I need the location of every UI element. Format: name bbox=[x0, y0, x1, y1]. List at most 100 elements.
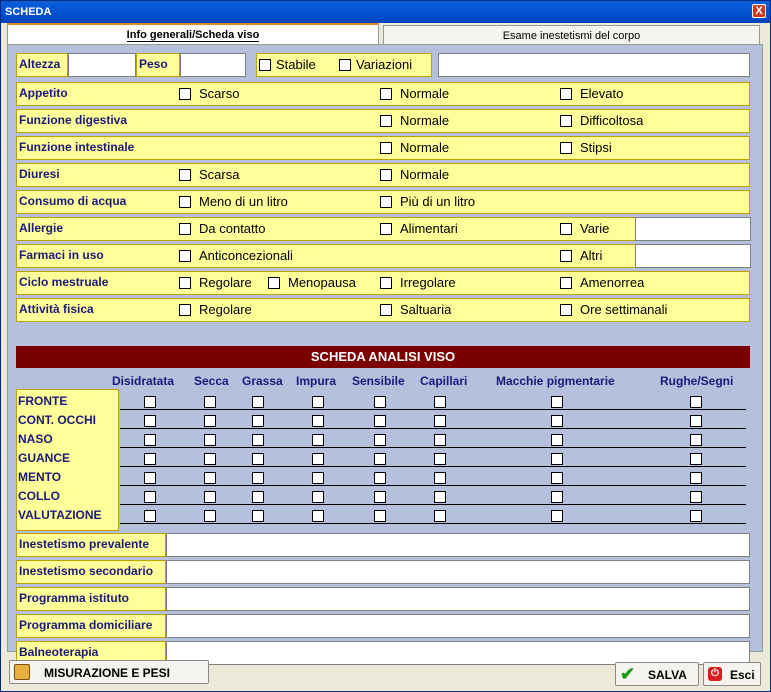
analisi-checkbox[interactable] bbox=[551, 396, 563, 408]
analisi-checkbox[interactable] bbox=[434, 415, 446, 427]
analisi-checkbox[interactable] bbox=[312, 415, 324, 427]
option-checkbox[interactable] bbox=[380, 196, 392, 208]
option-checkbox[interactable] bbox=[380, 115, 392, 127]
bottom-field-input[interactable] bbox=[166, 587, 750, 611]
analisi-checkbox[interactable] bbox=[252, 453, 264, 465]
esci-button[interactable]: ⏻ Esci bbox=[703, 662, 761, 686]
analisi-checkbox[interactable] bbox=[551, 434, 563, 446]
close-button[interactable]: X bbox=[752, 4, 766, 18]
analisi-checkbox[interactable] bbox=[374, 510, 386, 522]
option-checkbox[interactable] bbox=[179, 196, 191, 208]
option-checkbox[interactable] bbox=[179, 88, 191, 100]
variazioni-field[interactable] bbox=[438, 53, 750, 77]
option-checkbox[interactable] bbox=[380, 169, 392, 181]
option-checkbox[interactable] bbox=[268, 277, 280, 289]
analisi-checkbox[interactable] bbox=[144, 472, 156, 484]
option-checkbox[interactable] bbox=[179, 250, 191, 262]
option-checkbox[interactable] bbox=[560, 115, 572, 127]
analisi-checkbox[interactable] bbox=[690, 491, 702, 503]
analisi-checkbox[interactable] bbox=[144, 415, 156, 427]
analisi-checkbox[interactable] bbox=[204, 396, 216, 408]
option-label: Scarsa bbox=[199, 167, 240, 182]
option-label: Regolare bbox=[199, 302, 252, 317]
analisi-checkbox[interactable] bbox=[690, 415, 702, 427]
option-checkbox[interactable] bbox=[380, 277, 392, 289]
analisi-checkbox[interactable] bbox=[551, 510, 563, 522]
analisi-checkbox[interactable] bbox=[204, 415, 216, 427]
option-checkbox[interactable] bbox=[560, 223, 572, 235]
analisi-checkbox[interactable] bbox=[434, 491, 446, 503]
analisi-checkbox[interactable] bbox=[551, 491, 563, 503]
analisi-checkbox[interactable] bbox=[374, 434, 386, 446]
analisi-checkbox[interactable] bbox=[204, 453, 216, 465]
analisi-checkbox[interactable] bbox=[144, 510, 156, 522]
analisi-checkbox[interactable] bbox=[434, 472, 446, 484]
analisi-checkbox[interactable] bbox=[204, 434, 216, 446]
analisi-checkbox[interactable] bbox=[252, 396, 264, 408]
altro-field[interactable] bbox=[635, 217, 751, 241]
analisi-checkbox[interactable] bbox=[204, 510, 216, 522]
option-checkbox[interactable] bbox=[560, 88, 572, 100]
option-checkbox[interactable] bbox=[179, 223, 191, 235]
peso-field[interactable] bbox=[180, 53, 246, 77]
tab-esame-corpo[interactable]: Esame inestetismi del corpo bbox=[383, 25, 760, 44]
analisi-checkbox[interactable] bbox=[312, 434, 324, 446]
analisi-checkbox[interactable] bbox=[252, 491, 264, 503]
analisi-checkbox[interactable] bbox=[690, 396, 702, 408]
tab-info-generali[interactable]: Info generali/Scheda viso bbox=[7, 23, 379, 45]
analisi-checkbox[interactable] bbox=[312, 472, 324, 484]
option-checkbox[interactable] bbox=[560, 142, 572, 154]
analisi-checkbox[interactable] bbox=[144, 434, 156, 446]
analisi-checkbox[interactable] bbox=[374, 491, 386, 503]
analisi-checkbox[interactable] bbox=[312, 396, 324, 408]
analisi-checkbox[interactable] bbox=[434, 453, 446, 465]
variazioni-checkbox[interactable] bbox=[339, 59, 351, 71]
analisi-checkbox[interactable] bbox=[551, 415, 563, 427]
analisi-checkbox[interactable] bbox=[551, 472, 563, 484]
analisi-checkbox[interactable] bbox=[312, 510, 324, 522]
analisi-checkbox[interactable] bbox=[690, 453, 702, 465]
misurazione-pesi-button[interactable]: MISURAZIONE E PESI bbox=[9, 660, 209, 684]
analisi-checkbox[interactable] bbox=[144, 491, 156, 503]
analisi-checkbox[interactable] bbox=[434, 396, 446, 408]
row-divider bbox=[120, 504, 746, 505]
analisi-checkbox[interactable] bbox=[144, 396, 156, 408]
analisi-checkbox[interactable] bbox=[252, 415, 264, 427]
option-checkbox[interactable] bbox=[380, 223, 392, 235]
analisi-checkbox[interactable] bbox=[690, 434, 702, 446]
option-checkbox[interactable] bbox=[179, 304, 191, 316]
analisi-checkbox[interactable] bbox=[204, 472, 216, 484]
option-checkbox[interactable] bbox=[560, 277, 572, 289]
bottom-field-input[interactable] bbox=[166, 614, 750, 638]
analisi-checkbox[interactable] bbox=[374, 472, 386, 484]
analisi-checkbox[interactable] bbox=[252, 510, 264, 522]
analisi-checkbox[interactable] bbox=[374, 415, 386, 427]
bottom-field-input[interactable] bbox=[166, 560, 750, 584]
option-checkbox[interactable] bbox=[380, 88, 392, 100]
salva-button[interactable]: ✔ SALVA bbox=[615, 662, 699, 686]
analisi-checkbox[interactable] bbox=[374, 396, 386, 408]
altezza-field[interactable] bbox=[68, 53, 136, 77]
altro-field[interactable] bbox=[635, 244, 751, 268]
analisi-checkbox[interactable] bbox=[312, 453, 324, 465]
analisi-checkbox[interactable] bbox=[690, 472, 702, 484]
row-label: Attività fisica bbox=[19, 302, 94, 316]
stabile-checkbox[interactable] bbox=[259, 59, 271, 71]
option-checkbox[interactable] bbox=[380, 142, 392, 154]
analisi-checkbox[interactable] bbox=[312, 491, 324, 503]
analisi-checkbox[interactable] bbox=[204, 491, 216, 503]
bottom-field-input[interactable] bbox=[166, 533, 750, 557]
option-checkbox[interactable] bbox=[560, 250, 572, 262]
analisi-checkbox[interactable] bbox=[252, 472, 264, 484]
analisi-checkbox[interactable] bbox=[252, 434, 264, 446]
analisi-checkbox[interactable] bbox=[434, 434, 446, 446]
option-checkbox[interactable] bbox=[380, 304, 392, 316]
analisi-checkbox[interactable] bbox=[551, 453, 563, 465]
option-checkbox[interactable] bbox=[179, 277, 191, 289]
analisi-checkbox[interactable] bbox=[144, 453, 156, 465]
analisi-checkbox[interactable] bbox=[374, 453, 386, 465]
option-checkbox[interactable] bbox=[179, 169, 191, 181]
option-checkbox[interactable] bbox=[560, 304, 572, 316]
analisi-checkbox[interactable] bbox=[434, 510, 446, 522]
analisi-checkbox[interactable] bbox=[690, 510, 702, 522]
